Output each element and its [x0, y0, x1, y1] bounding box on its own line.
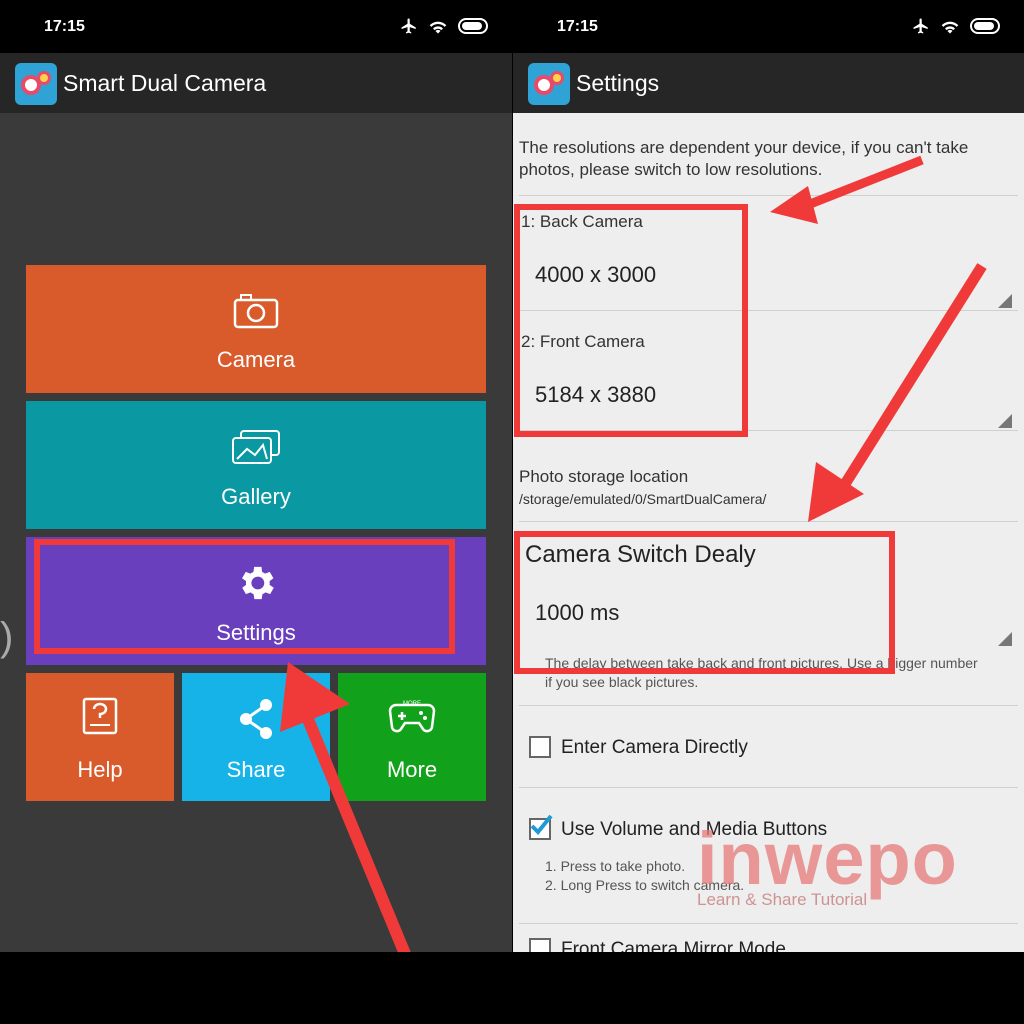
help-icon — [82, 697, 118, 735]
status-time: 17:15 — [44, 18, 85, 35]
dropdown-arrow-icon — [998, 294, 1012, 308]
highlight-settings-box — [34, 539, 455, 654]
more-tile-label: More — [386, 757, 438, 782]
status-icons — [400, 17, 490, 35]
gallery-icon — [232, 430, 280, 464]
wifi-icon — [429, 21, 447, 34]
app-logo-icon — [528, 63, 570, 105]
dropdown-arrow-icon — [998, 632, 1012, 646]
status-bar: 17:15 — [0, 0, 512, 53]
camera-tile-label: Camera — [216, 347, 296, 372]
battery-icon — [970, 18, 1000, 34]
highlight-delay-box — [514, 531, 895, 674]
resolution-note: The resolutions are dependent your devic… — [519, 138, 969, 179]
edge-swipe-hint: ) — [0, 615, 14, 659]
more-icon-text: MORE — [403, 701, 421, 707]
help-tile-label: Help — [77, 757, 123, 782]
camera-icon — [233, 294, 279, 329]
enter-camera-label: Enter Camera Directly — [561, 737, 748, 758]
bottom-black-bar — [0, 952, 1024, 1024]
volume-buttons-line1: 1. Press to take photo. — [545, 858, 686, 874]
settings-title: Settings — [576, 70, 660, 96]
gallery-tile-label: Gallery — [221, 484, 291, 509]
status-icons — [912, 17, 1002, 35]
mirror-mode-item[interactable]: Front Camera Mirror Mode — [513, 924, 1024, 952]
enter-camera-checkbox[interactable] — [529, 736, 551, 758]
settings-screen: 17:15 Settings The resolutions are depen… — [513, 0, 1024, 952]
storage-location-item[interactable]: Photo storage location /storage/emulated… — [513, 440, 1024, 520]
battery-icon — [458, 18, 488, 34]
dropdown-arrow-icon — [998, 414, 1012, 428]
gallery-tile[interactable]: Gallery — [26, 401, 486, 529]
airplane-icon — [401, 18, 416, 34]
mirror-mode-checkbox[interactable] — [529, 938, 551, 952]
highlight-resolution-box — [514, 204, 748, 437]
share-tile[interactable]: Share — [182, 673, 330, 801]
app-bar: Settings — [513, 53, 1024, 113]
share-icon — [240, 699, 272, 739]
enter-camera-directly-item[interactable]: Enter Camera Directly — [513, 706, 1024, 786]
more-tile[interactable]: MORE More — [338, 673, 486, 801]
share-tile-label: Share — [226, 757, 286, 782]
airplane-icon — [913, 18, 928, 34]
help-tile[interactable]: Help — [26, 673, 174, 801]
storage-label: Photo storage location — [519, 467, 689, 486]
status-bar: 17:15 — [513, 0, 1024, 53]
volume-buttons-checkbox[interactable] — [529, 814, 553, 840]
app-logo-icon — [15, 63, 57, 105]
mirror-mode-label: Front Camera Mirror Mode — [561, 939, 786, 952]
watermark: inwepo Learn & Share Tutorial — [697, 822, 958, 910]
status-time: 17:15 — [557, 18, 598, 35]
wifi-icon — [941, 21, 959, 34]
main-menu-screen: 17:15 Smart Dual Camera Camera Gallery S… — [0, 0, 512, 952]
checkmark-icon — [530, 814, 553, 835]
app-bar: Smart Dual Camera — [0, 53, 512, 113]
camera-tile[interactable]: Camera — [26, 265, 486, 393]
storage-value: /storage/emulated/0/SmartDualCamera/ — [519, 491, 767, 507]
watermark-brand: inwepo — [697, 817, 958, 900]
app-title: Smart Dual Camera — [63, 70, 267, 96]
